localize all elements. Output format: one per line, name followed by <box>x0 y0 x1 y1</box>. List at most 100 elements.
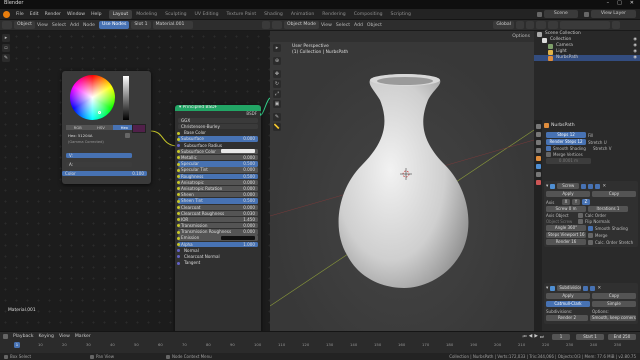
bsdf-input-anisotropic[interactable]: Anisotropic 0.000 <box>176 179 258 186</box>
bsdf-input-subsurface[interactable]: Subsurface 0.000 <box>176 136 258 142</box>
angle-field[interactable]: Angle 360° <box>546 225 586 231</box>
value-slider[interactable] <box>123 76 129 120</box>
data-tab-icon[interactable] <box>535 172 541 177</box>
input-socket[interactable] <box>176 181 180 185</box>
menu-edit[interactable]: Edit <box>27 9 42 20</box>
steps-field[interactable]: Steps 12 <box>546 132 586 138</box>
input-socket[interactable] <box>176 143 180 147</box>
calc-order-checkbox[interactable] <box>578 213 583 218</box>
subsurf-render-icon[interactable] <box>590 285 596 291</box>
maximize-icon[interactable]: □ <box>617 0 622 6</box>
object-tab-icon[interactable] <box>535 156 541 161</box>
color-swatch[interactable] <box>132 124 146 133</box>
color-picker-popup[interactable]: RGB HSV Hex Hex: 51204A (Gamma Corrected… <box>62 71 151 184</box>
tab-sculpting[interactable]: Sculpting <box>161 10 190 19</box>
input-socket[interactable] <box>176 249 180 253</box>
axis-y-button[interactable]: Y <box>572 199 580 205</box>
timeline-editor-type[interactable] <box>3 334 8 339</box>
color-output-field[interactable]: Color 0.100 <box>62 171 147 177</box>
output-tab-icon[interactable] <box>535 140 541 145</box>
render-steps-screw-field[interactable]: Render 16 <box>546 239 586 245</box>
bsdf-input-subsurface-color[interactable]: Subsurface Color <box>176 148 258 155</box>
bsdf-input-sheen-tint[interactable]: Sheen Tint 0.500 <box>176 198 258 204</box>
bsdf-input-ggx[interactable]: GGX <box>178 117 258 124</box>
axis-z-button[interactable]: Z <box>582 199 590 205</box>
screw-apply-button[interactable]: Apply <box>546 191 590 197</box>
menu-render[interactable]: Render <box>42 9 64 20</box>
tab-texture-paint[interactable]: Texture Paint <box>223 10 261 19</box>
tab-modeling[interactable]: Modeling <box>132 10 161 19</box>
play-icon[interactable]: ▶ <box>534 334 538 339</box>
input-socket[interactable] <box>176 131 180 135</box>
screw-viewport-icon[interactable] <box>588 183 594 189</box>
subsurf-apply-button[interactable]: Apply <box>546 293 590 299</box>
bsdf-input-base-color[interactable]: Base Color <box>176 130 258 135</box>
tab-layout[interactable]: Layout <box>108 10 133 19</box>
current-frame-field[interactable]: 1 <box>552 333 570 340</box>
merge-screw-checkbox[interactable] <box>588 232 593 238</box>
bsdf-input-clearcoat-roughness[interactable]: Clearcoat Roughness 0.030 <box>176 210 258 216</box>
material-tab-icon[interactable] <box>535 180 541 185</box>
bsdf-input-sheen[interactable]: Sheen 0.000 <box>176 192 258 198</box>
color-swatch[interactable] <box>221 149 255 154</box>
bsdf-output-socket[interactable] <box>259 112 261 116</box>
input-socket[interactable] <box>176 230 180 234</box>
input-socket[interactable] <box>176 168 180 172</box>
tab-uv-editing[interactable]: UV Editing <box>191 10 223 19</box>
bsdf-input-normal[interactable]: Normal <box>176 248 258 253</box>
tab-animation[interactable]: Animation <box>287 10 318 19</box>
outliner-search-input[interactable] <box>560 21 610 29</box>
subsurf-copy-button[interactable]: Copy <box>592 293 636 299</box>
menu-help[interactable]: Help <box>88 9 104 20</box>
outliner[interactable]: Scene Collection Collection ◉ Camera ◉ L… <box>534 20 640 120</box>
screw-collapse-icon[interactable]: ▾ <box>546 184 548 189</box>
tab-shading[interactable]: Shading <box>260 10 287 19</box>
outliner-display-mode[interactable] <box>548 21 558 29</box>
wheel-cursor[interactable] <box>98 111 101 114</box>
screw-offset-field[interactable]: Screw 0 m <box>546 206 586 212</box>
eyedropper-icon[interactable] <box>125 133 130 138</box>
input-socket[interactable] <box>176 137 180 141</box>
start-frame-field[interactable]: Start 1 <box>576 333 604 340</box>
subsurf-remove-icon[interactable]: ✕ <box>597 286 601 291</box>
bsdf-input-roughness[interactable]: Roughness 0.500 <box>176 173 258 179</box>
timeline-ruler[interactable]: 0102030405060708090100110120130140150160… <box>14 342 621 352</box>
bsdf-input-christensen-burley[interactable]: Christensen-Burley <box>178 124 258 130</box>
bsdf-input-specular[interactable]: Specular 0.500 <box>176 161 258 167</box>
menu-keying[interactable]: Keying <box>39 334 54 339</box>
outliner-editor-type[interactable] <box>536 21 546 29</box>
timeline[interactable]: Playback Keying View Marker ⏮ ◀ ▶ ⏭ 1 St… <box>0 331 640 353</box>
minimize-icon[interactable]: – <box>607 0 610 6</box>
input-socket[interactable] <box>176 174 180 178</box>
bsdf-input-tangent[interactable]: Tangent <box>176 260 258 265</box>
alpha-field[interactable]: A: <box>66 162 132 168</box>
bsdf-input-clearcoat[interactable]: Clearcoat 0.000 <box>176 204 258 210</box>
subsurf-viewport-icon[interactable] <box>583 285 589 291</box>
input-socket[interactable] <box>176 187 180 191</box>
flip-normals-checkbox[interactable] <box>578 219 583 224</box>
filter-icon[interactable] <box>612 21 620 29</box>
input-socket[interactable] <box>176 199 180 203</box>
tab-rgb[interactable]: RGB <box>66 125 90 130</box>
merge-distance-field[interactable]: 0.0001 m <box>546 158 591 164</box>
stretch-uv-checkbox[interactable] <box>588 239 593 245</box>
3d-viewport[interactable]: Object Mode View Select Add Object Globa… <box>270 20 534 331</box>
render-steps-field[interactable]: Render Steps 12 <box>546 139 586 145</box>
bsdf-input-subsurface-radius[interactable]: Subsurface Radius <box>176 143 258 148</box>
bsdf-input-specular-tint[interactable]: Specular Tint 0.000 <box>176 167 258 173</box>
bsdf-input-transmission-roughness[interactable]: Transmission Roughness 0.000 <box>176 229 258 235</box>
scene-selector[interactable]: Scene <box>543 10 578 18</box>
modifier-tab-icon[interactable] <box>535 164 541 169</box>
input-socket[interactable] <box>176 218 180 222</box>
input-socket[interactable] <box>176 242 180 246</box>
bsdf-input-clearcoat-normal[interactable]: Clearcoat Normal <box>176 254 258 259</box>
visibility-eye-icon[interactable]: ◉ <box>633 55 637 61</box>
tab-scripting[interactable]: Scripting <box>387 10 415 19</box>
screw-copy-button[interactable]: Copy <box>592 191 636 197</box>
outliner-item-nurbspath[interactable]: NurbsPath ◉ <box>534 55 640 61</box>
menu-playback[interactable]: Playback <box>13 334 34 339</box>
input-socket[interactable] <box>176 261 180 265</box>
bsdf-input-emission[interactable]: Emission <box>176 235 258 241</box>
input-socket[interactable] <box>176 224 180 228</box>
input-socket[interactable] <box>176 236 180 240</box>
